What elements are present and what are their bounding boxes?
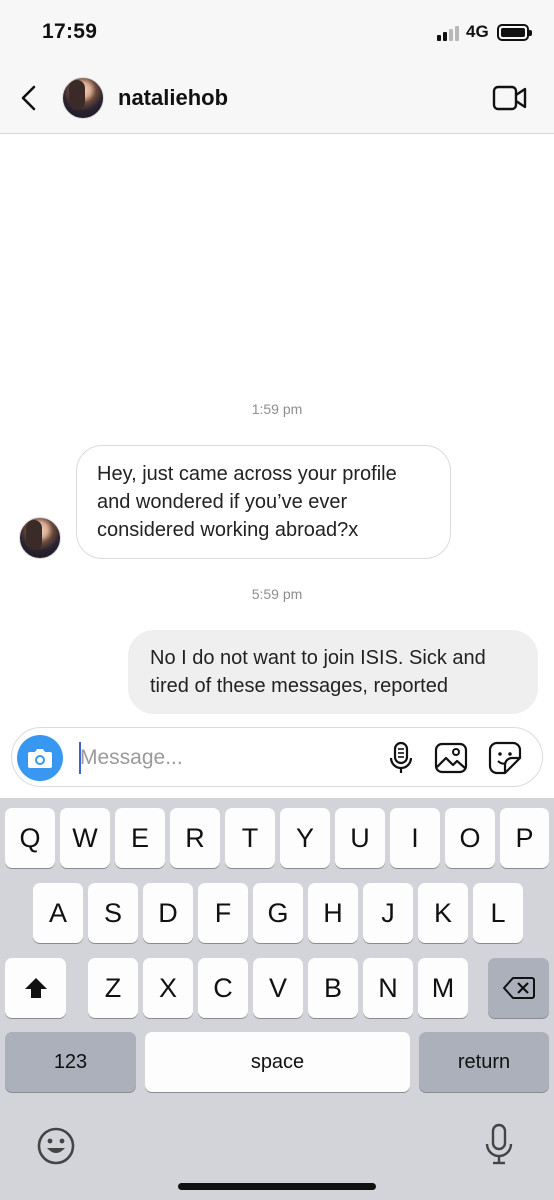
sticker-button[interactable] (488, 741, 522, 775)
battery-icon (497, 24, 532, 41)
image-icon (434, 742, 468, 774)
message-timestamp: 1:59 pm (251, 401, 303, 417)
chevron-left-icon (21, 85, 36, 111)
camera-icon (28, 749, 52, 768)
emoji-button[interactable] (36, 1126, 76, 1166)
key-u[interactable]: U (335, 808, 385, 868)
key-t[interactable]: T (225, 808, 275, 868)
key-j[interactable]: J (363, 883, 413, 943)
key-v[interactable]: V (253, 958, 303, 1018)
key-y[interactable]: Y (280, 808, 330, 868)
key-p[interactable]: P (500, 808, 549, 868)
home-indicator[interactable] (178, 1183, 376, 1190)
key-w[interactable]: W (60, 808, 110, 868)
key-b[interactable]: B (308, 958, 358, 1018)
key-x[interactable]: X (143, 958, 193, 1018)
message-composer (11, 727, 543, 787)
sticker-icon (488, 741, 522, 775)
video-call-button[interactable] (492, 84, 528, 112)
incoming-message[interactable]: Hey, just came across your profile and w… (76, 445, 451, 559)
signal-icon (437, 25, 463, 41)
microphone-icon (389, 741, 413, 773)
username[interactable]: nataliehob (118, 85, 228, 111)
outgoing-message[interactable]: No I do not want to join ISIS. Sick and … (128, 630, 538, 714)
status-time: 17:59 (42, 20, 98, 43)
key-d[interactable]: D (143, 883, 193, 943)
backspace-icon (502, 977, 535, 999)
network-type: 4G (466, 22, 489, 41)
numbers-key[interactable]: 123 (5, 1032, 136, 1092)
video-camera-icon (492, 85, 527, 111)
avatar[interactable] (62, 77, 104, 119)
return-key[interactable]: return (419, 1032, 549, 1092)
key-c[interactable]: C (198, 958, 248, 1018)
backspace-key[interactable] (488, 958, 549, 1018)
key-f[interactable]: F (198, 883, 248, 943)
shift-icon (24, 978, 47, 998)
message-timestamp: 5:59 pm (251, 586, 303, 602)
key-i[interactable]: I (390, 808, 440, 868)
key-s[interactable]: S (88, 883, 138, 943)
key-n[interactable]: N (363, 958, 413, 1018)
key-o[interactable]: O (445, 808, 495, 868)
key-h[interactable]: H (308, 883, 358, 943)
key-g[interactable]: G (253, 883, 303, 943)
key-z[interactable]: Z (88, 958, 138, 1018)
emoji-icon (37, 1127, 75, 1165)
sender-avatar[interactable] (19, 517, 61, 559)
key-r[interactable]: R (170, 808, 220, 868)
gallery-button[interactable] (434, 741, 468, 775)
keyboard: Q W E R T Y U I O P A S D F G H J K L Z … (0, 798, 554, 1200)
key-k[interactable]: K (418, 883, 468, 943)
key-m[interactable]: M (418, 958, 468, 1018)
key-e[interactable]: E (115, 808, 165, 868)
key-l[interactable]: L (473, 883, 523, 943)
key-q[interactable]: Q (5, 808, 55, 868)
microphone-button[interactable] (384, 741, 418, 775)
camera-button[interactable] (17, 735, 63, 781)
chat-header: nataliehob (0, 62, 554, 134)
shift-key[interactable] (5, 958, 66, 1018)
dictation-icon (485, 1123, 513, 1165)
space-key[interactable]: space (145, 1032, 410, 1092)
back-button[interactable] (14, 80, 46, 116)
key-a[interactable]: A (33, 883, 83, 943)
status-bar: 17:59 4G (0, 0, 554, 62)
dictation-button[interactable] (484, 1123, 514, 1167)
message-input[interactable] (80, 740, 370, 776)
